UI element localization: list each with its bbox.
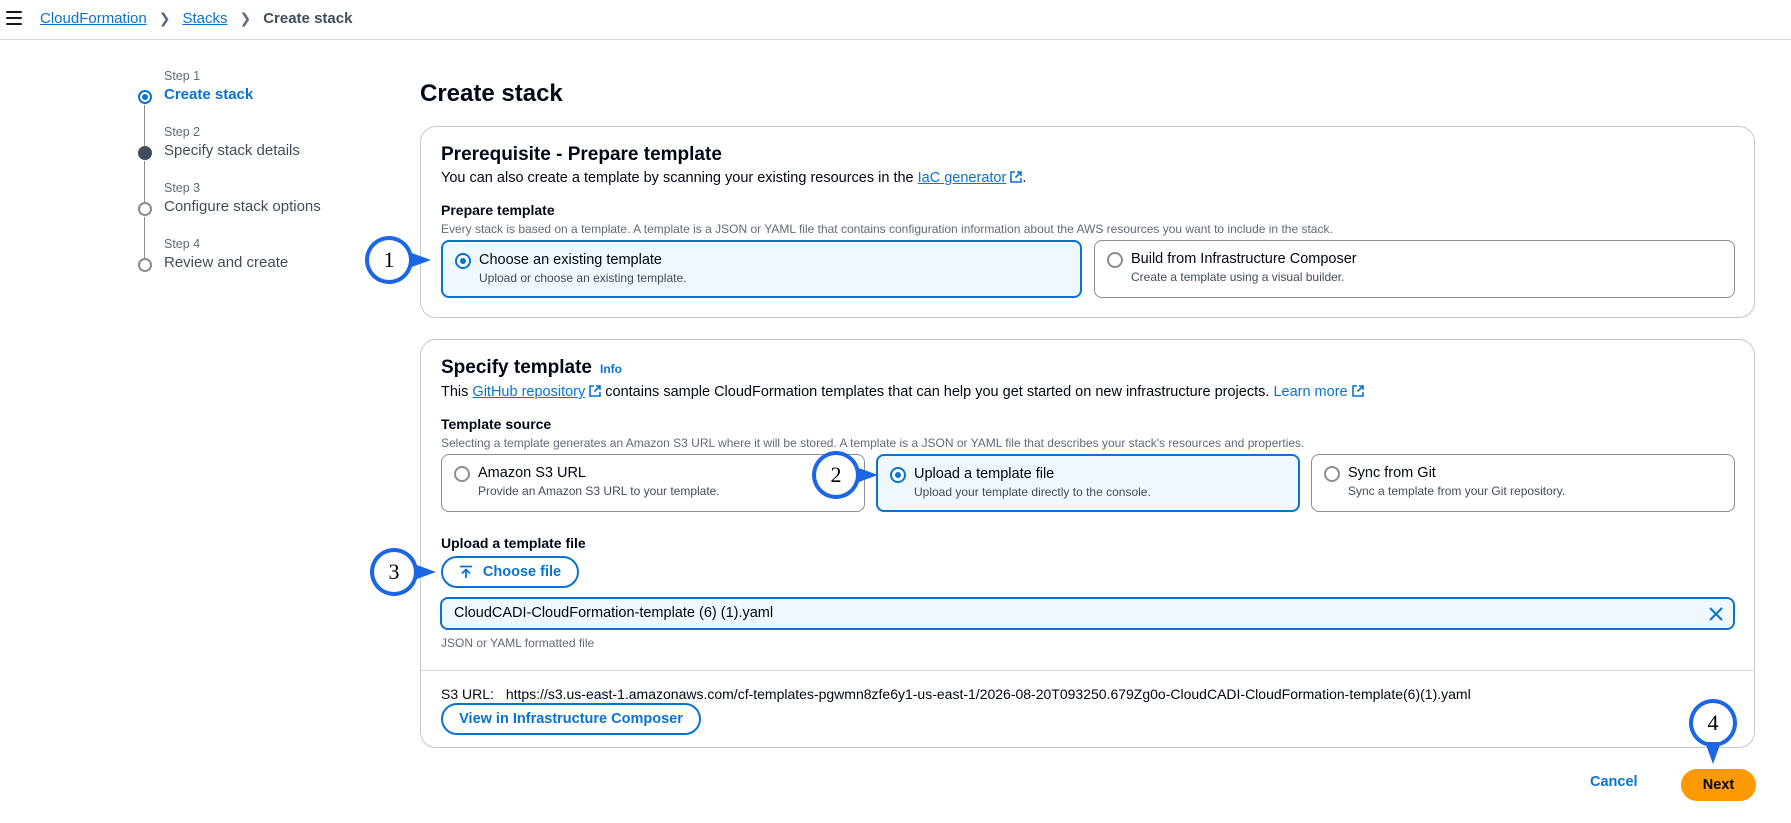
specify-template-header: Specify template Info (441, 357, 622, 379)
step-active-icon (138, 90, 152, 104)
option-title: Amazon S3 URL (478, 465, 586, 481)
choose-file-button[interactable]: Choose file (441, 556, 579, 588)
step-4: Step 4 Review and create (135, 236, 395, 292)
option-sync-from-git[interactable]: Sync from Git Sync a template from your … (1311, 454, 1735, 512)
callout-4: 4 (1689, 699, 1737, 747)
iac-generator-link[interactable]: IaC generator (918, 170, 1007, 186)
option-choose-existing-template[interactable]: Choose an existing template Upload or ch… (441, 240, 1082, 298)
step-title: Create stack (164, 86, 254, 103)
learn-more-link[interactable]: Learn more (1273, 384, 1347, 400)
s3-url-label: S3 URL: (441, 686, 494, 702)
file-format-hint: JSON or YAML formatted file (441, 636, 595, 650)
option-title: Choose an existing template (479, 252, 662, 268)
callout-3: 3 (370, 548, 418, 596)
option-build-infrastructure-composer[interactable]: Build from Infrastructure Composer Creat… (1094, 240, 1735, 298)
file-name: CloudCADI-CloudFormation-template (6) (1… (454, 605, 774, 621)
description-text: . (1022, 170, 1027, 186)
step-title: Review and create (164, 254, 289, 271)
page-title: Create stack (420, 80, 563, 107)
callout-pointer-icon (1705, 742, 1721, 764)
breadcrumb: CloudFormation ❯ Stacks ❯ Create stack (40, 10, 352, 27)
github-repository-link[interactable]: GitHub repository (472, 384, 585, 400)
callout-number: 4 (1693, 703, 1733, 743)
option-description: Provide an Amazon S3 URL to your templat… (478, 484, 720, 498)
callout-pointer-icon (414, 564, 436, 580)
external-link-icon (1010, 171, 1023, 183)
s3-url-row: S3 URL: https://s3.us-east-1.amazonaws.c… (441, 686, 1471, 702)
step-number: Step 1 (164, 69, 201, 83)
s3-url-value: https://s3.us-east-1.amazonaws.com/cf-te… (505, 686, 1471, 702)
option-title: Sync from Git (1348, 465, 1436, 481)
description-text: contains sample CloudFormation templates… (601, 384, 1274, 400)
radio-selected-icon (455, 253, 471, 269)
prerequisite-title: Prerequisite - Prepare template (441, 144, 722, 165)
callout-number: 1 (369, 240, 409, 280)
prerequisite-description: You can also create a template by scanni… (441, 170, 1026, 186)
menu-icon[interactable] (6, 11, 22, 25)
option-title: Upload a template file (914, 466, 1055, 482)
step-title: Specify stack details (164, 142, 300, 159)
step-empty-icon (138, 258, 152, 272)
option-upload-template-file[interactable]: Upload a template file Upload your templ… (876, 454, 1300, 512)
choose-file-label: Choose file (482, 564, 562, 580)
prepare-template-description: Every stack is based on a template. A te… (441, 222, 1333, 236)
option-description: Upload your template directly to the con… (914, 485, 1151, 499)
option-title: Build from Infrastructure Composer (1131, 251, 1357, 267)
cancel-button[interactable]: Cancel (1590, 774, 1638, 790)
description-text: You can also create a template by scanni… (441, 170, 918, 186)
upload-icon (459, 565, 472, 578)
option-description: Sync a template from your Git repository… (1348, 484, 1566, 498)
breadcrumb-current: Create stack (263, 10, 353, 27)
description-text: This (441, 384, 473, 400)
radio-unselected-icon (1107, 252, 1123, 268)
step-1: Step 1 Create stack (135, 68, 395, 146)
wizard-stepper: Step 1 Create stack Step 2 Specify stack… (135, 68, 395, 292)
divider (420, 670, 1755, 671)
upload-template-label: Upload a template file (441, 535, 586, 551)
template-source-label: Template source (441, 416, 552, 432)
step-empty-icon (138, 202, 152, 216)
external-link-icon (1351, 385, 1364, 397)
step-2: Step 2 Specify stack details (135, 124, 395, 202)
breadcrumb-stacks[interactable]: Stacks (182, 10, 227, 27)
option-description: Upload or choose an existing template. (479, 271, 687, 285)
radio-unselected-icon (1324, 466, 1340, 482)
callout-2: 2 (812, 451, 860, 499)
specify-template-title: Specify template (441, 357, 592, 378)
step-number: Step 4 (164, 237, 201, 251)
top-bar: CloudFormation ❯ Stacks ❯ Create stack (0, 0, 1791, 40)
template-source-description: Selecting a template generates an Amazon… (441, 436, 1305, 450)
next-button[interactable]: Next (1681, 769, 1756, 801)
info-link[interactable]: Info (600, 362, 622, 376)
close-icon[interactable] (1707, 605, 1725, 623)
chevron-right-icon: ❯ (239, 10, 252, 26)
callout-1: 1 (365, 236, 413, 284)
radio-unselected-icon (454, 466, 470, 482)
option-amazon-s3-url[interactable]: Amazon S3 URL Provide an Amazon S3 URL t… (441, 454, 865, 512)
radio-selected-icon (890, 467, 906, 483)
step-3: Step 3 Configure stack options (135, 180, 395, 258)
step-filled-icon (138, 146, 152, 160)
view-in-composer-button[interactable]: View in Infrastructure Composer (441, 703, 701, 735)
breadcrumb-cloudformation[interactable]: CloudFormation (40, 10, 147, 27)
prerequisite-panel: Prerequisite - Prepare template You can … (420, 126, 1755, 318)
callout-pointer-icon (856, 467, 878, 483)
prepare-template-label: Prepare template (441, 202, 555, 218)
step-number: Step 2 (164, 125, 201, 139)
callout-number: 2 (816, 455, 856, 495)
option-description: Create a template using a visual builder… (1131, 270, 1345, 284)
step-title: Configure stack options (164, 198, 321, 215)
specify-template-description: This GitHub repository contains sample C… (441, 384, 1364, 400)
chevron-right-icon: ❯ (158, 10, 171, 26)
selected-file-token: CloudCADI-CloudFormation-template (6) (1… (440, 597, 1735, 630)
callout-pointer-icon (409, 252, 431, 268)
callout-number: 3 (374, 552, 414, 592)
step-number: Step 3 (164, 181, 201, 195)
external-link-icon (589, 385, 602, 397)
